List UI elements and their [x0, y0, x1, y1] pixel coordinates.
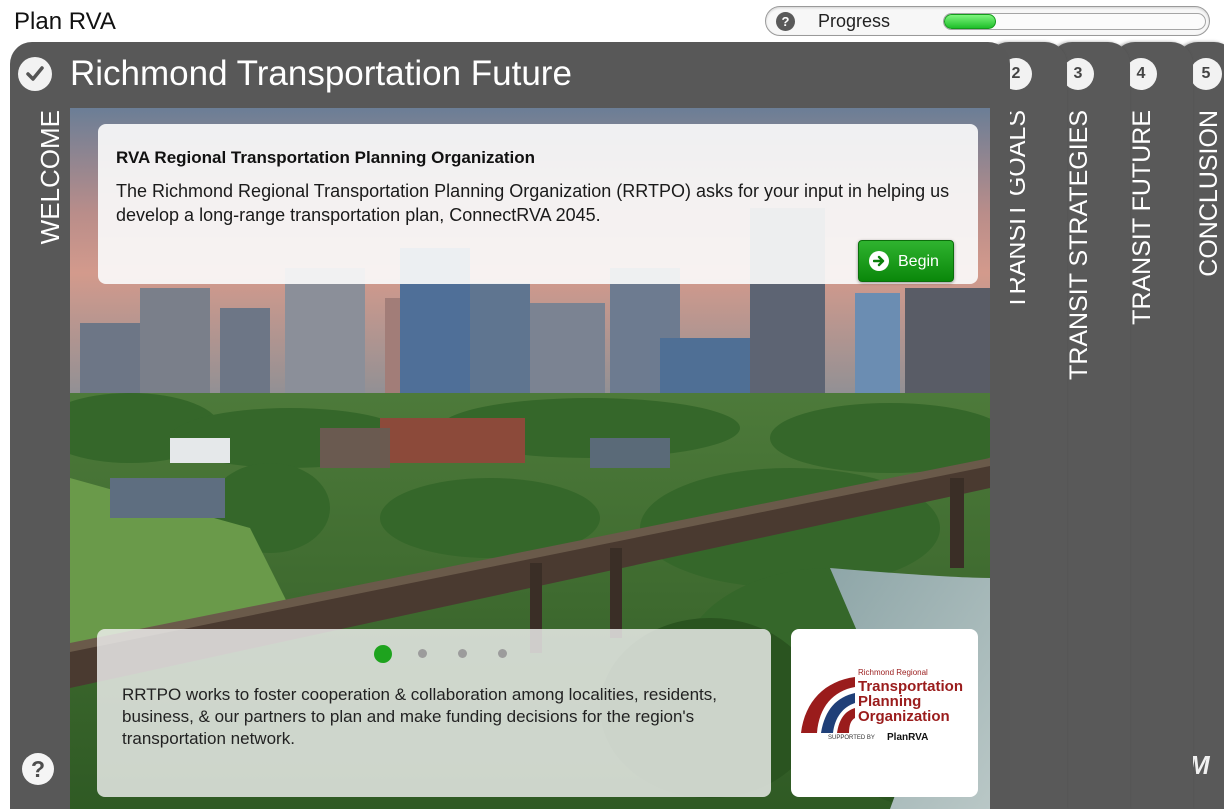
- page-title: Richmond Transportation Future: [70, 54, 572, 93]
- begin-button[interactable]: Begin: [858, 240, 954, 282]
- tab-welcome-label: WELCOME: [35, 110, 65, 245]
- logo-line1: Richmond Regional: [858, 668, 928, 677]
- logo-line4: Organization: [858, 708, 950, 725]
- tab-label: TRANSIT STRATEGIES: [1065, 110, 1093, 380]
- tab-label: CONCLUSION: [1195, 110, 1223, 277]
- intro-card: RVA Regional Transportation Planning Org…: [98, 124, 978, 284]
- welcome-panel: Richmond Transportation Future WELCOME ?: [10, 42, 1010, 809]
- city-skyline-image: RVA Regional Transportation Planning Org…: [70, 108, 990, 809]
- carousel-dot[interactable]: [418, 649, 427, 658]
- app-title: Plan RVA: [14, 8, 116, 35]
- tab-number: 5: [1190, 58, 1222, 90]
- tab-label: TRANSIT FUTURE: [1128, 110, 1156, 325]
- carousel-card: RRTPO works to foster cooperation & coll…: [97, 629, 771, 797]
- begin-label: Begin: [898, 253, 939, 270]
- intro-text: The Richmond Regional Transportation Pla…: [116, 181, 950, 225]
- progress-bar: ? Progress: [765, 6, 1210, 36]
- carousel-dots: [374, 643, 514, 663]
- logo-supported: SUPPORTED BY: [828, 735, 875, 741]
- logo-brand: PlanRVA: [887, 732, 928, 743]
- carousel-dot[interactable]: [458, 649, 467, 658]
- question-icon[interactable]: ?: [776, 12, 795, 31]
- question-icon[interactable]: ?: [22, 753, 54, 785]
- arrow-right-circle-icon: [869, 251, 889, 271]
- progress-track: [943, 13, 1206, 30]
- intro-title: RVA Regional Transportation Planning Org…: [116, 148, 536, 167]
- carousel-text: RRTPO works to foster cooperation & coll…: [122, 685, 717, 748]
- carousel-dot[interactable]: [374, 645, 392, 663]
- progress-label: Progress: [818, 11, 891, 31]
- check-icon: [18, 57, 52, 91]
- carousel-dot[interactable]: [498, 649, 507, 658]
- progress-fill: [944, 14, 997, 29]
- rrtpo-logo: Richmond Regional Transportation Plannin…: [791, 629, 978, 797]
